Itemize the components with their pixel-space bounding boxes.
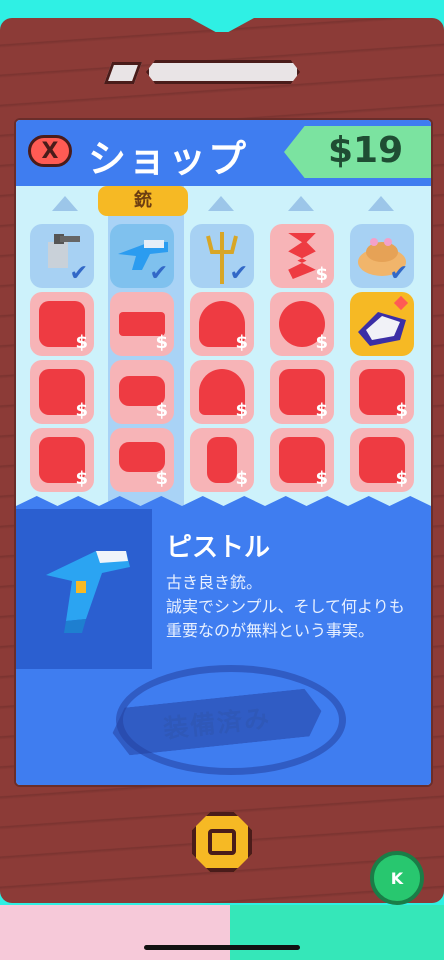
price-symbol: $ [315,332,328,353]
equipped-stamp-text: 装備済み [161,703,273,744]
price-symbol: $ [235,400,248,421]
item-detail-panel: ピストル 古き良き銃。 誠実でシンプル、そして何よりも重要なのが無料という事実。… [16,509,431,785]
column-up-arrow[interactable] [288,196,314,211]
shop-item-water-pistol[interactable]: ✔ [110,224,174,288]
price-symbol: $ [235,332,248,353]
shop-item-locked[interactable]: $ [110,292,174,356]
shop-item-locked[interactable]: $ [30,360,94,424]
square-icon [208,829,236,855]
shop-item-locked[interactable]: $ [270,428,334,492]
background-pink [0,905,230,960]
owned-check-icon: ✔ [69,261,88,286]
price-symbol: $ [235,468,248,489]
price-symbol: $ [395,400,408,421]
price-symbol: $ [315,264,328,285]
shop-item-locked[interactable]: $ [110,428,174,492]
shop-item-trident[interactable]: ✔ [190,224,254,288]
price-symbol: $ [155,332,168,353]
price-symbol: $ [155,468,168,489]
close-icon: X [41,138,59,164]
column-up-arrow[interactable] [208,196,234,211]
price-symbol: $ [395,468,408,489]
shop-item-robot-head[interactable] [350,292,414,356]
price-symbol: $ [315,400,328,421]
price-symbol: $ [75,468,88,489]
background-green [230,905,444,960]
hinge-bar [146,60,300,84]
price-symbol: $ [75,400,88,421]
shop-item-locked[interactable]: $ [190,292,254,356]
shop-header: X ショップ $19 [16,120,431,186]
item-preview [16,509,152,669]
item-description: 古き良き銃。 誠実でシンプル、そして何よりも重要なのが無料という事実。 [166,573,405,640]
shop-item-acorn[interactable]: ✔ [30,224,94,288]
k-label: K [390,868,404,888]
shop-item-locked[interactable]: $ [110,360,174,424]
home-indicator[interactable] [144,945,300,950]
shop-item-locked[interactable]: $ [270,224,334,288]
price-symbol: $ [315,468,328,489]
k-button[interactable]: K [370,851,424,905]
shop-item-locked[interactable]: $ [350,360,414,424]
page-title: ショップ [88,137,249,181]
column-up-arrow[interactable] [52,196,78,211]
item-name: ピストル [166,533,271,563]
close-button[interactable]: X [28,135,72,167]
tab-guns[interactable]: 銃 [98,186,188,216]
shop-item-locked[interactable]: $ [30,428,94,492]
shop-item-locked[interactable]: $ [270,292,334,356]
shop-item-locked[interactable]: $ [350,428,414,492]
column-up-arrow[interactable] [368,196,394,211]
owned-check-icon: ✔ [389,261,408,286]
money-amount: $19 [328,130,404,171]
shop-item-locked[interactable]: $ [30,292,94,356]
shop-item-locked[interactable]: $ [270,360,334,424]
shop-item-locked[interactable]: $ [190,360,254,424]
owned-check-icon: ✔ [149,261,168,286]
price-symbol: $ [75,332,88,353]
shop-screen: X ショップ $19 銃 ✔ ✔ ✔ $ ✔ $ $ $ $ $ $ $ $ $… [14,118,433,787]
shop-item-locked[interactable]: $ [190,428,254,492]
shop-item-bread-hat[interactable]: ✔ [350,224,414,288]
robot-head-icon [358,295,409,346]
price-symbol: $ [155,400,168,421]
owned-check-icon: ✔ [229,261,248,286]
water-pistol-icon [46,551,130,633]
